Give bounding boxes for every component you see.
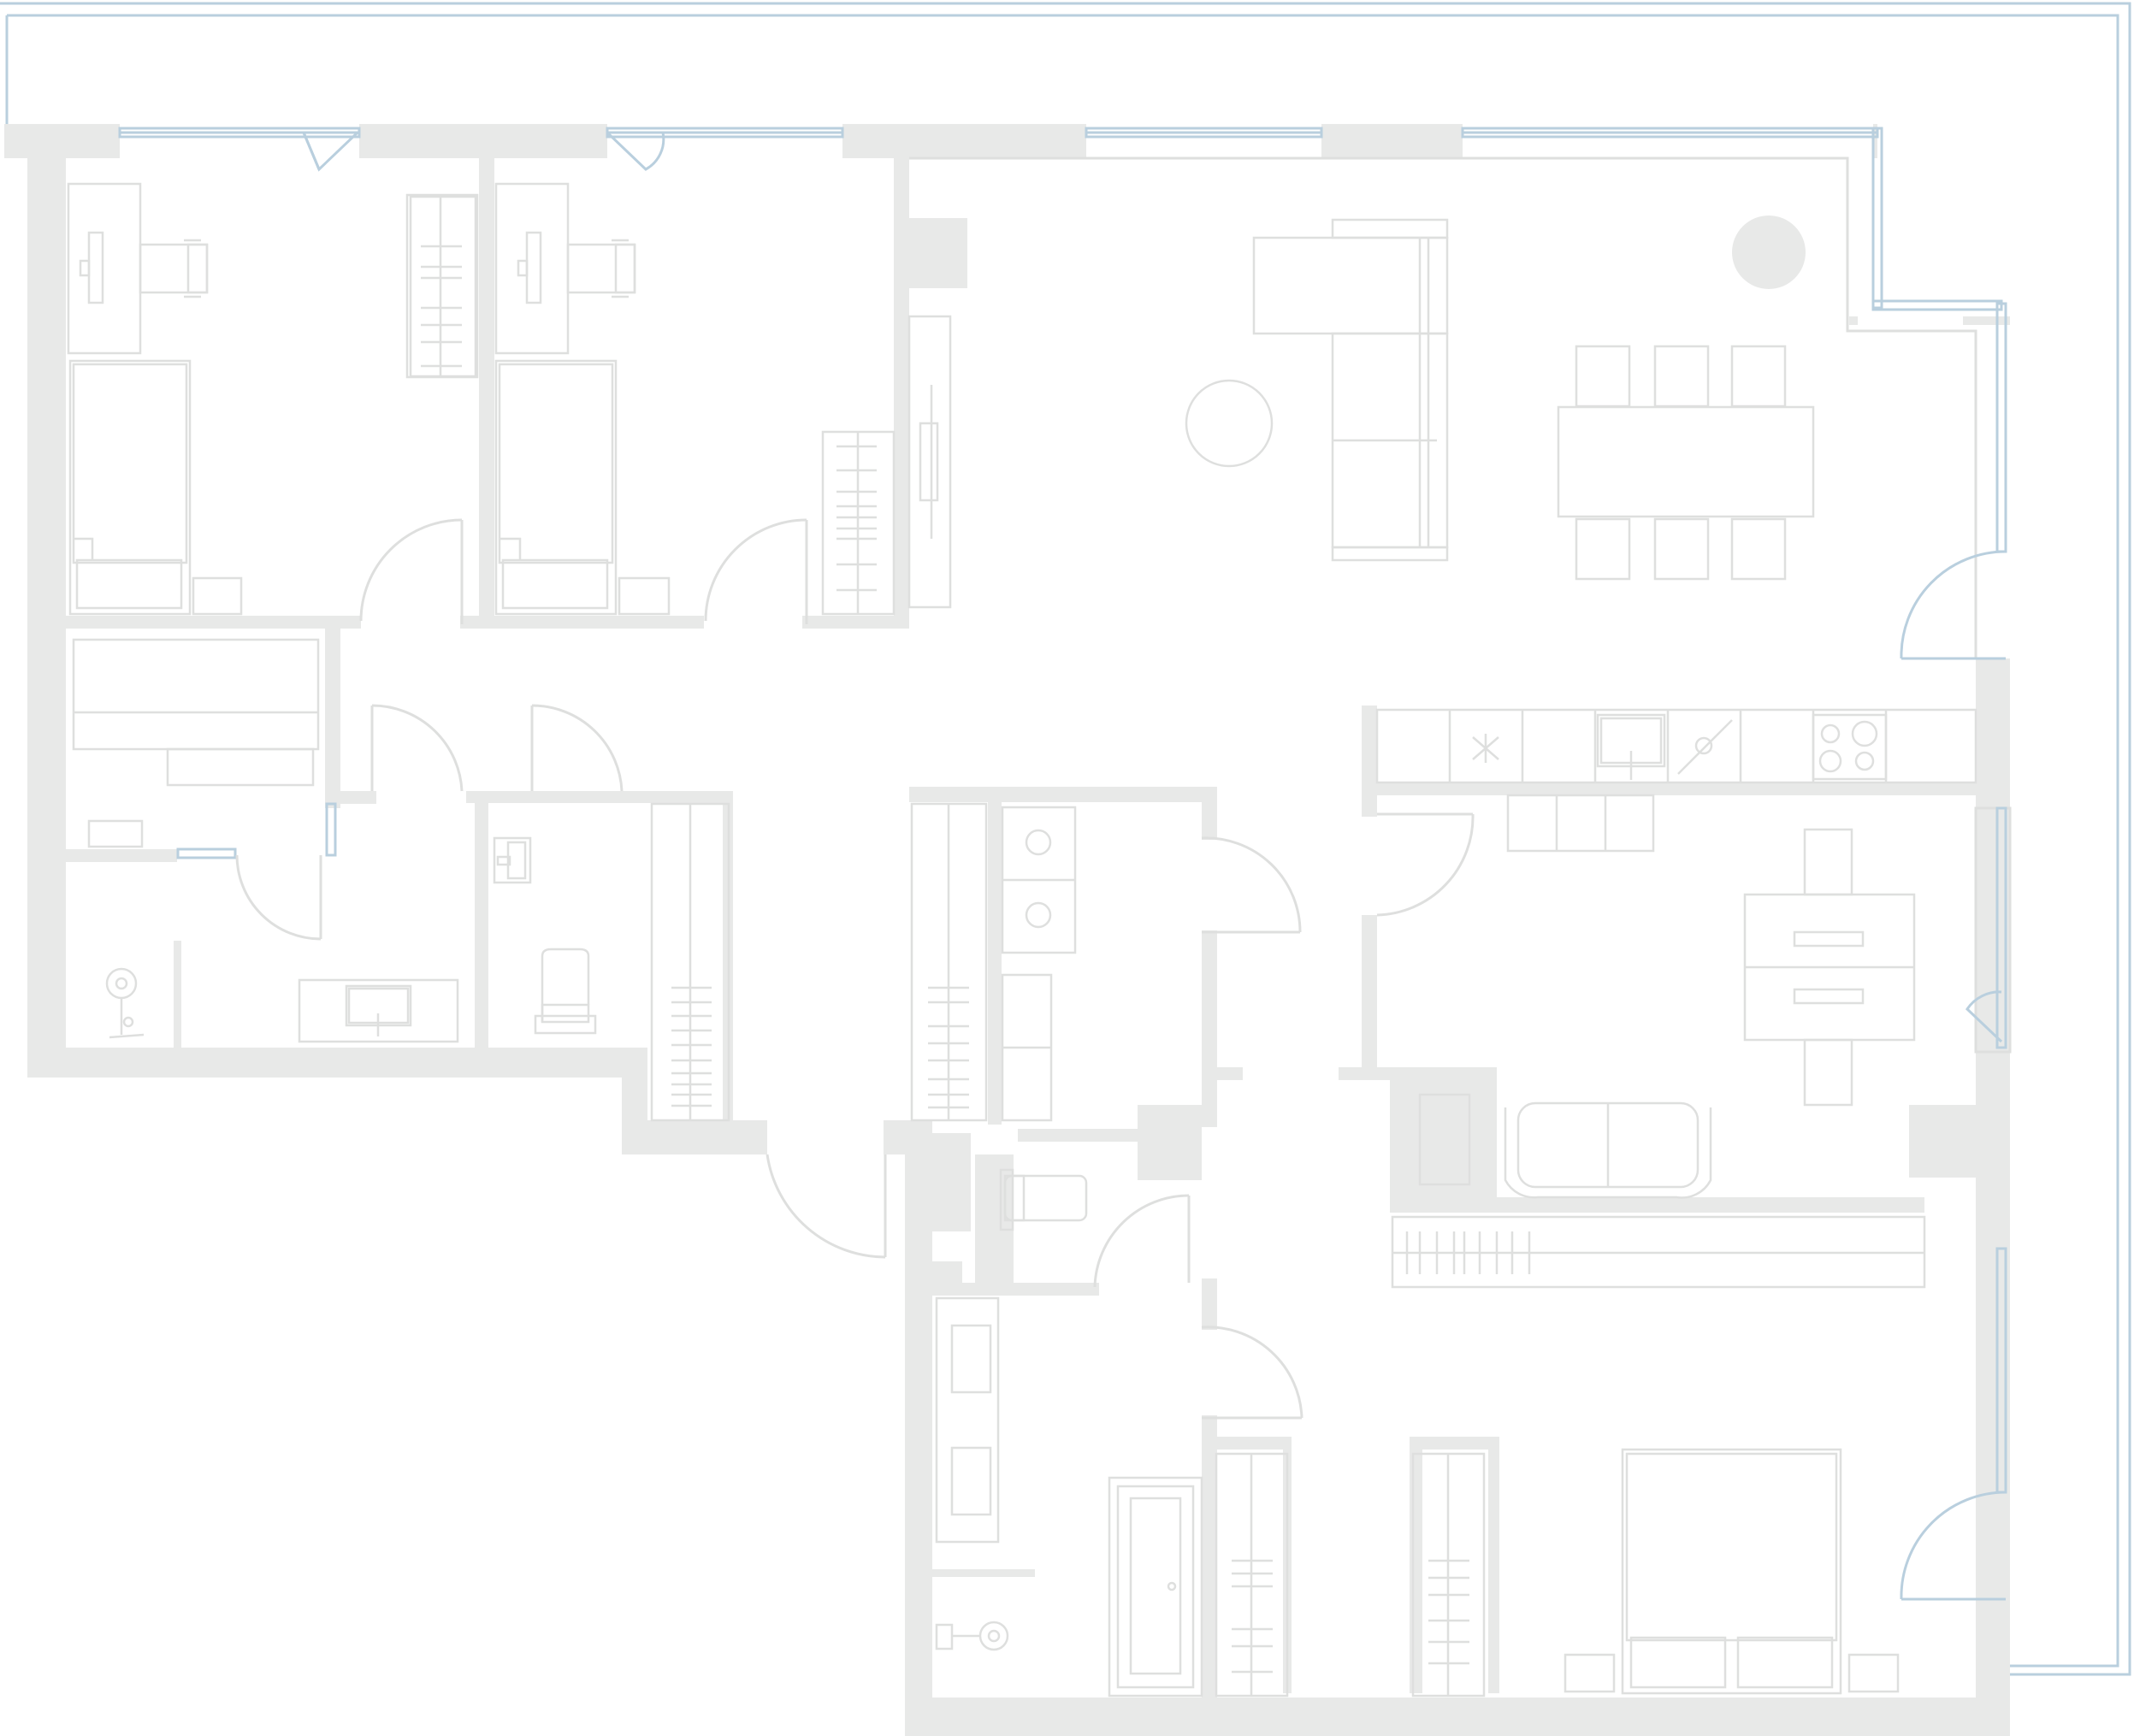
bed-icon bbox=[68, 359, 192, 616]
kitchen-island-icon bbox=[1506, 794, 1655, 853]
wall-mirror-icon bbox=[907, 315, 952, 609]
sink-icon bbox=[935, 1296, 1000, 1544]
washing-machine-icon bbox=[1001, 806, 1077, 954]
chair-icon bbox=[1575, 345, 1787, 581]
office-chair-icon bbox=[566, 239, 636, 298]
office-chair-icon bbox=[139, 239, 209, 298]
nightstand-icon bbox=[1564, 1653, 1900, 1693]
wardrobe-icon bbox=[1391, 1215, 1926, 1289]
shower-icon bbox=[105, 967, 145, 1039]
door-swing-icon bbox=[704, 518, 808, 624]
door-swing-icon bbox=[359, 518, 464, 624]
nightstand-icon bbox=[192, 576, 243, 616]
sink-icon bbox=[493, 836, 532, 884]
doors bbox=[235, 518, 1475, 1420]
toilet-icon bbox=[999, 1168, 1088, 1231]
wardrobe-icon bbox=[405, 193, 479, 379]
desk-icon bbox=[67, 182, 142, 355]
window-icon bbox=[1871, 299, 2003, 311]
wardrobe-icon bbox=[650, 802, 730, 1122]
round-table-icon bbox=[1185, 379, 1274, 468]
window-icon bbox=[325, 802, 337, 857]
wardrobe-icon bbox=[1411, 1452, 1486, 1698]
shower-icon bbox=[935, 1621, 1009, 1651]
window-icon bbox=[176, 847, 237, 859]
sofa-icon bbox=[1252, 218, 1449, 562]
door-swing-icon bbox=[1201, 836, 1302, 934]
bed-icon bbox=[494, 359, 618, 616]
door-swing-icon bbox=[235, 854, 322, 941]
door-swing-icon bbox=[766, 1154, 887, 1259]
nightstand-icon bbox=[1001, 973, 1053, 1122]
nightstand-icon bbox=[618, 576, 671, 616]
window-icon bbox=[1995, 302, 2007, 553]
floor-plan bbox=[0, 2, 2131, 1736]
furniture bbox=[67, 182, 1977, 1698]
bed-icon bbox=[1621, 1448, 1842, 1695]
wardrobe-icon bbox=[821, 430, 896, 616]
washing-machine-icon bbox=[72, 638, 320, 787]
door-swing-icon bbox=[370, 704, 464, 792]
nightstand-icon bbox=[87, 819, 144, 848]
dining-table-icon bbox=[1557, 405, 1815, 518]
cooktop-icon bbox=[1812, 713, 1888, 781]
door-swing-icon bbox=[530, 704, 624, 792]
terrace-outline bbox=[0, 2, 2131, 1676]
desk-icon bbox=[494, 182, 570, 355]
toilet-icon bbox=[534, 948, 597, 1035]
sink-icon bbox=[1596, 713, 1666, 780]
sink-icon bbox=[298, 978, 459, 1043]
door-swing-icon bbox=[1900, 550, 2007, 660]
wardrobe-icon bbox=[910, 802, 988, 1122]
door-swing-icon bbox=[1093, 1194, 1191, 1288]
plant-icon bbox=[1732, 216, 1806, 289]
sofa-icon bbox=[1504, 1101, 1712, 1199]
door-swing-icon bbox=[1376, 812, 1475, 917]
dishwasher-icon bbox=[1677, 719, 1733, 775]
door-swing-icon bbox=[1201, 1326, 1303, 1420]
bathtub-icon bbox=[1108, 1476, 1203, 1698]
dining-table-icon bbox=[1743, 893, 1916, 1042]
wardrobe-icon bbox=[1215, 1452, 1289, 1698]
